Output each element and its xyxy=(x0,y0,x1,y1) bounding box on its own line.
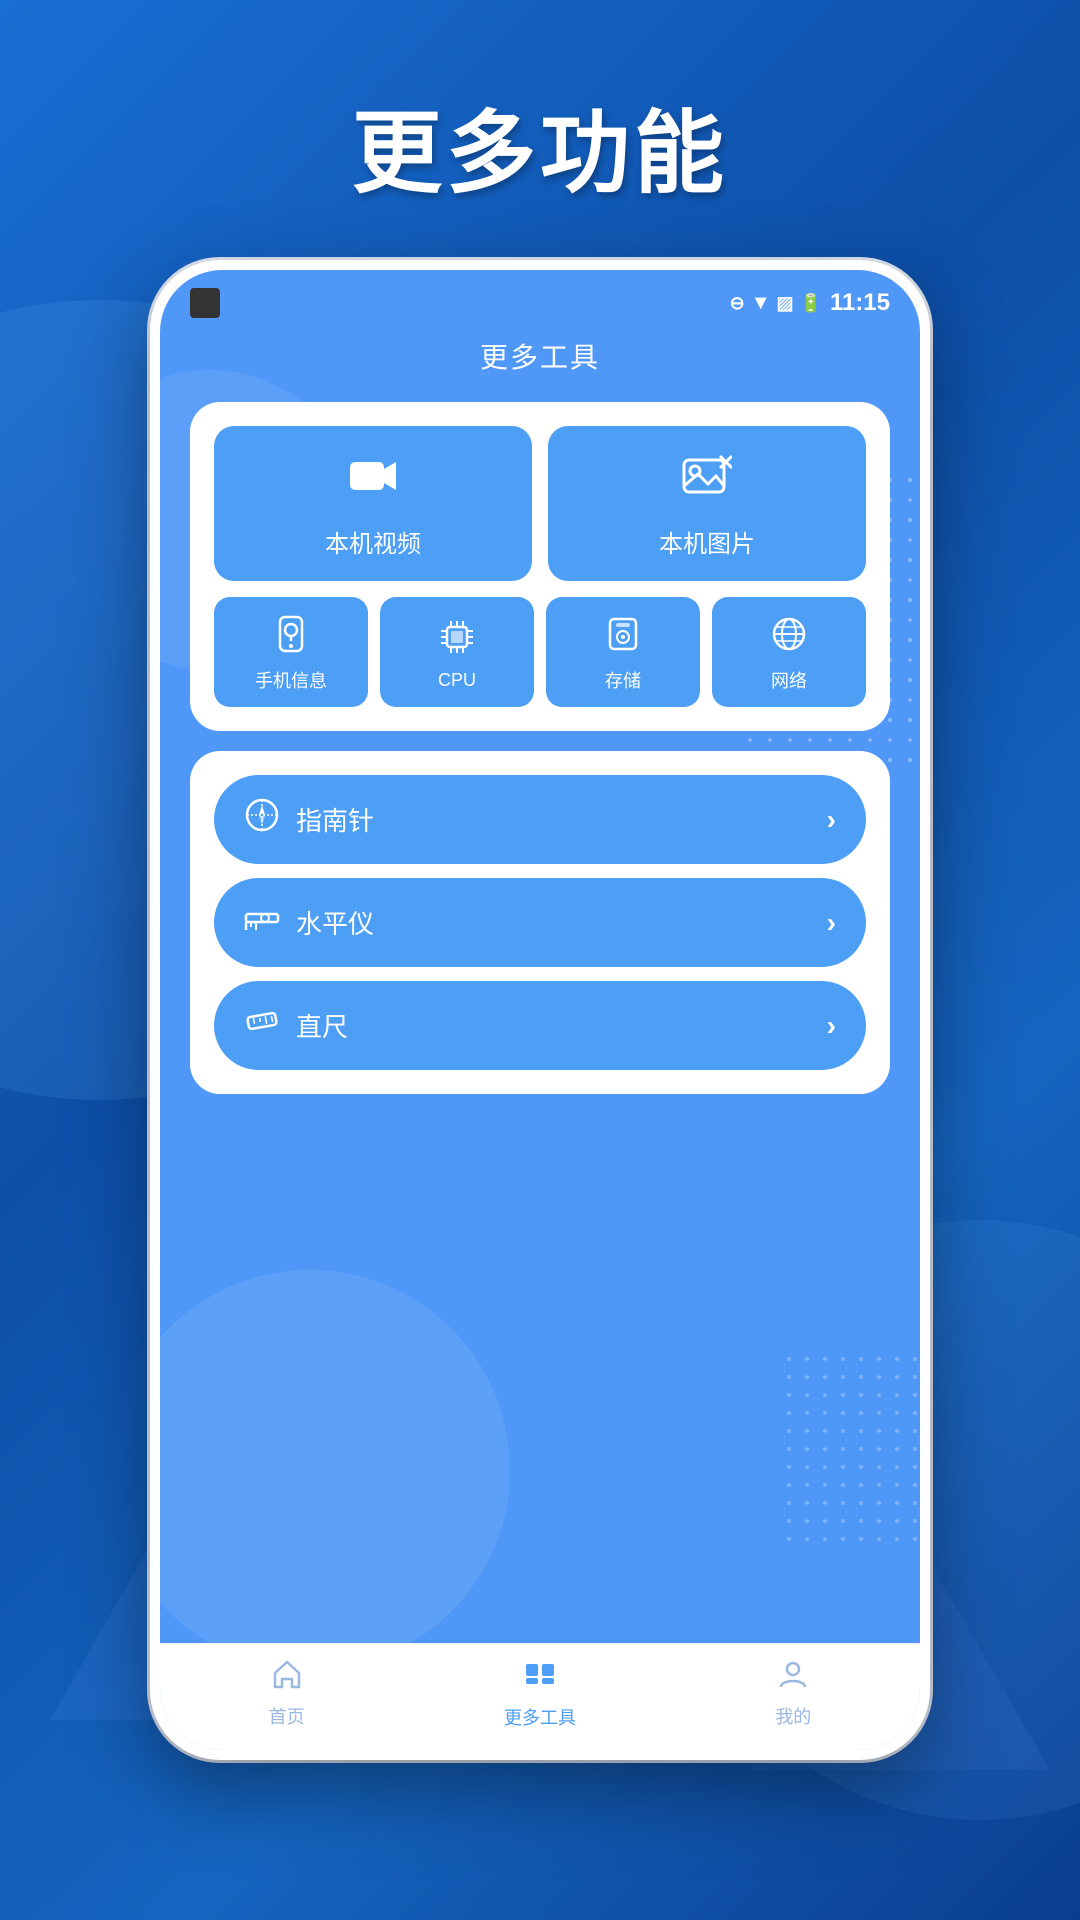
ruler-button[interactable]: 直尺 › xyxy=(214,981,866,1070)
level-arrow: › xyxy=(827,907,836,939)
network-button-label: 网络 xyxy=(771,667,807,693)
page-title: 更多功能 xyxy=(352,80,728,210)
compass-label: 指南针 xyxy=(296,801,374,838)
nav-profile[interactable]: 我的 xyxy=(667,1657,920,1729)
cpu-icon xyxy=(438,618,476,662)
status-bar: ⊖ ▼ ▨ 🔋 11:15 xyxy=(160,270,920,326)
level-icon xyxy=(244,900,280,945)
minus-icon: ⊖ xyxy=(730,293,745,314)
video-button-label: 本机视频 xyxy=(325,524,421,559)
ruler-arrow: › xyxy=(827,1010,836,1042)
phone-info-button-label: 手机信息 xyxy=(255,667,327,693)
battery-icon: 🔋 xyxy=(800,293,822,314)
image-button[interactable]: 本机图片 xyxy=(548,426,866,581)
app-bar: 更多工具 xyxy=(160,326,920,392)
image-button-label: 本机图片 xyxy=(659,524,755,559)
network-button[interactable]: 网络 xyxy=(712,597,866,707)
more-tools-icon xyxy=(522,1656,558,1700)
home-icon xyxy=(270,1657,304,1699)
list-section: 指南针 › xyxy=(214,775,866,1070)
video-icon xyxy=(348,454,398,512)
storage-button[interactable]: 存储 xyxy=(546,597,700,707)
status-bar-right: ⊖ ▼ ▨ 🔋 11:15 xyxy=(730,289,890,317)
status-icons: ⊖ ▼ ▨ 🔋 xyxy=(730,292,822,315)
network-icon xyxy=(770,615,808,659)
level-button[interactable]: 水平仪 › xyxy=(214,878,866,967)
ruler-item-left: 直尺 xyxy=(244,1003,348,1048)
status-time: 11:15 xyxy=(830,289,890,317)
compass-item-left: 指南针 xyxy=(244,797,374,842)
video-button[interactable]: 本机视频 xyxy=(214,426,532,581)
compass-icon xyxy=(244,797,280,842)
tools-card: 本机视频 本机图片 xyxy=(190,402,890,731)
home-nav-label: 首页 xyxy=(269,1703,305,1729)
phone-inner: ⊖ ▼ ▨ 🔋 11:15 更多工具 xyxy=(160,270,920,1750)
status-bar-left xyxy=(190,288,220,318)
content-area: 本机视频 本机图片 xyxy=(160,392,920,1643)
profile-icon xyxy=(776,1657,810,1699)
compass-button[interactable]: 指南针 › xyxy=(214,775,866,864)
level-item-left: 水平仪 xyxy=(244,900,374,945)
signal-icon: ▨ xyxy=(777,293,794,314)
wifi-icon: ▼ xyxy=(751,292,771,315)
image-icon xyxy=(682,454,732,512)
ruler-label: 直尺 xyxy=(296,1007,348,1044)
more-tools-nav-label: 更多工具 xyxy=(504,1704,576,1730)
list-card: 指南针 › xyxy=(190,751,890,1094)
nav-more-tools[interactable]: 更多工具 xyxy=(413,1656,666,1730)
level-label: 水平仪 xyxy=(296,904,374,941)
compass-arrow: › xyxy=(827,804,836,836)
cpu-button[interactable]: CPU xyxy=(380,597,534,707)
phone-mockup: ⊖ ▼ ▨ 🔋 11:15 更多工具 xyxy=(150,260,930,1760)
app-bar-title: 更多工具 xyxy=(480,342,600,373)
cpu-button-label: CPU xyxy=(438,670,476,691)
bottom-nav: 首页 更多工具 xyxy=(160,1643,920,1750)
profile-nav-label: 我的 xyxy=(775,1703,811,1729)
ruler-icon xyxy=(244,1003,280,1048)
tools-grid-top: 本机视频 本机图片 xyxy=(214,426,866,581)
phone-info-button[interactable]: 手机信息 xyxy=(214,597,368,707)
camera-notch xyxy=(190,288,220,318)
nav-home[interactable]: 首页 xyxy=(160,1657,413,1729)
storage-icon xyxy=(604,615,642,659)
phone-info-icon xyxy=(272,615,310,659)
tools-grid-bottom: 手机信息 xyxy=(214,597,866,707)
storage-button-label: 存储 xyxy=(605,667,641,693)
